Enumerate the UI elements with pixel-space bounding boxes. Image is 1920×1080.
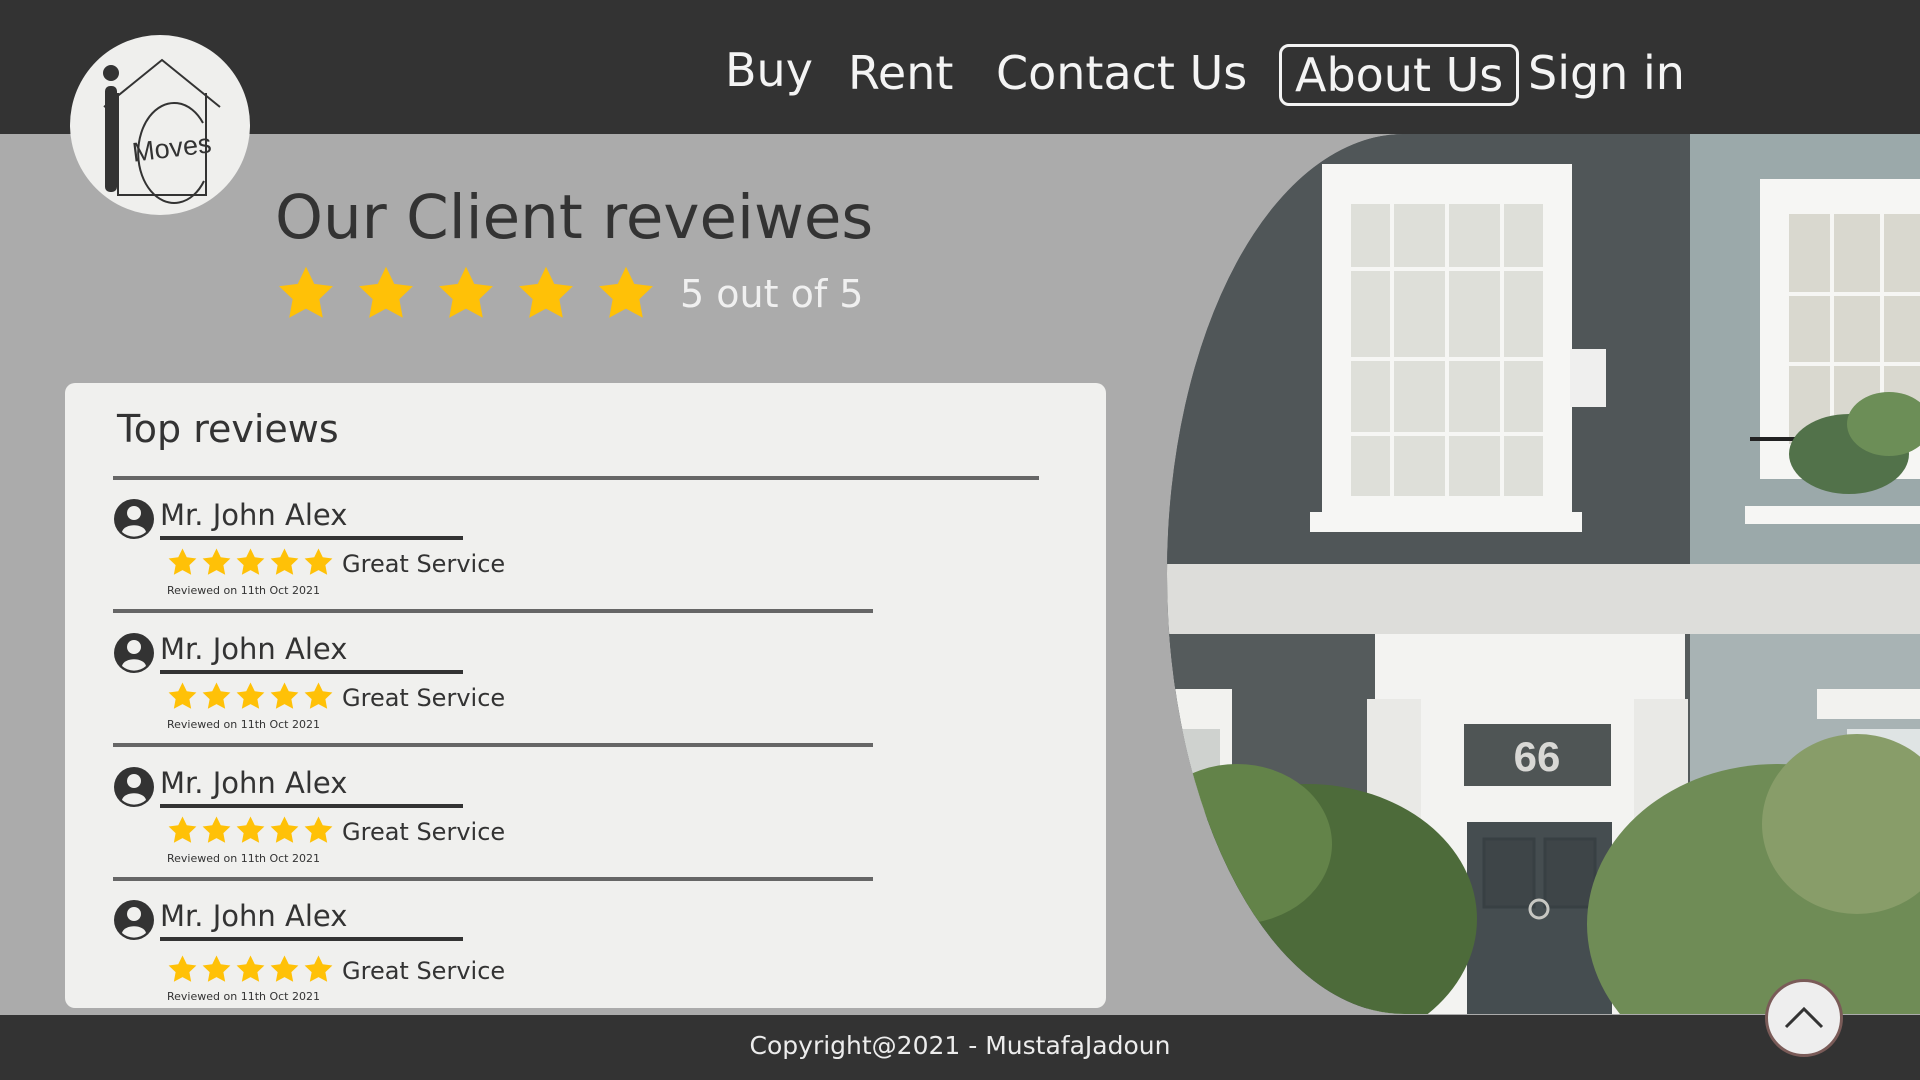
- review-text: Great Service: [342, 818, 506, 846]
- review-date: Reviewed on 11th Oct 2021: [167, 990, 320, 1003]
- star-icon: [168, 955, 197, 982]
- nav-rent[interactable]: Rent: [848, 46, 953, 100]
- site-logo[interactable]: Moves: [70, 35, 250, 215]
- name-divider: [160, 804, 463, 808]
- review-item: Mr. John Alex Great Service Reviewed on …: [113, 899, 873, 1019]
- user-avatar-icon: [114, 900, 154, 940]
- review-item: Mr. John Alex Great Service Reviewed on …: [113, 766, 873, 886]
- scroll-to-top-button[interactable]: [1765, 979, 1843, 1057]
- review-date: Reviewed on 11th Oct 2021: [167, 852, 320, 865]
- nav-about-us[interactable]: About Us: [1279, 44, 1520, 106]
- reviews-card-title: Top reviews: [117, 407, 339, 451]
- review-date: Reviewed on 11th Oct 2021: [167, 718, 320, 731]
- house-illustration: 66: [1167, 134, 1920, 1014]
- star-icon: [236, 955, 265, 982]
- star-icon: [304, 955, 333, 982]
- name-divider: [160, 670, 463, 674]
- star-icon: [168, 682, 197, 709]
- review-stars: [166, 814, 336, 847]
- review-divider: [113, 743, 873, 747]
- star-icon: [202, 816, 231, 843]
- rating-text: 5 out of 5: [680, 272, 864, 316]
- title-divider: [113, 476, 1039, 480]
- footer: Copyright@2021 - MustafaJadoun: [0, 1015, 1920, 1080]
- star-icon: [270, 816, 299, 843]
- footer-copyright: Copyright@2021 - MustafaJadoun: [749, 1031, 1171, 1060]
- page-title: Our Client reveiwes: [275, 182, 874, 253]
- star-icon: [270, 955, 299, 982]
- star-icon: [304, 816, 333, 843]
- star-icon: [202, 955, 231, 982]
- review-item: Mr. John Alex Great Service Reviewed on …: [113, 498, 873, 618]
- reviews-card: Top reviews Mr. John Alex Great Service …: [65, 383, 1106, 1008]
- user-avatar-icon: [114, 499, 154, 539]
- nav-contact-us[interactable]: Contact Us: [996, 46, 1247, 100]
- star-icon: [236, 548, 265, 575]
- review-divider: [113, 609, 873, 613]
- review-stars: [166, 546, 336, 579]
- nav-sign-in[interactable]: Sign in: [1528, 46, 1685, 100]
- user-avatar-icon: [114, 633, 154, 673]
- name-divider: [160, 536, 463, 540]
- chevron-up-icon: [1784, 1006, 1824, 1029]
- star-icon: [168, 548, 197, 575]
- house-number: 66: [1514, 733, 1561, 780]
- reviewer-name: Mr. John Alex: [160, 766, 348, 800]
- star-icon: [279, 266, 333, 318]
- name-divider: [160, 937, 463, 941]
- review-date: Reviewed on 11th Oct 2021: [167, 584, 320, 597]
- star-icon: [270, 682, 299, 709]
- star-icon: [236, 816, 265, 843]
- nav-buy[interactable]: Buy: [725, 43, 813, 97]
- review-text: Great Service: [342, 550, 506, 578]
- star-icon: [304, 682, 333, 709]
- overall-rating: 5 out of 5: [274, 262, 863, 326]
- review-text: Great Service: [342, 957, 506, 985]
- star-icon: [236, 682, 265, 709]
- star-icon: [359, 266, 413, 318]
- star-icon: [270, 548, 299, 575]
- star-icon: [599, 266, 653, 318]
- star-icon: [439, 266, 493, 318]
- star-icon: [168, 816, 197, 843]
- user-avatar-icon: [114, 767, 154, 807]
- review-stars: [166, 680, 336, 713]
- reviewer-name: Mr. John Alex: [160, 632, 348, 666]
- star-icon: [202, 548, 231, 575]
- review-text: Great Service: [342, 684, 506, 712]
- star-icon: [202, 682, 231, 709]
- reviewer-name: Mr. John Alex: [160, 498, 348, 532]
- review-item: Mr. John Alex Great Service Reviewed on …: [113, 632, 873, 752]
- star-icon: [519, 266, 573, 318]
- review-stars: [166, 953, 336, 986]
- star-icon: [304, 548, 333, 575]
- house-photo: 66: [1167, 134, 1920, 1014]
- house-logo-icon: [103, 58, 221, 204]
- review-divider: [113, 877, 873, 881]
- reviewer-name: Mr. John Alex: [160, 899, 348, 933]
